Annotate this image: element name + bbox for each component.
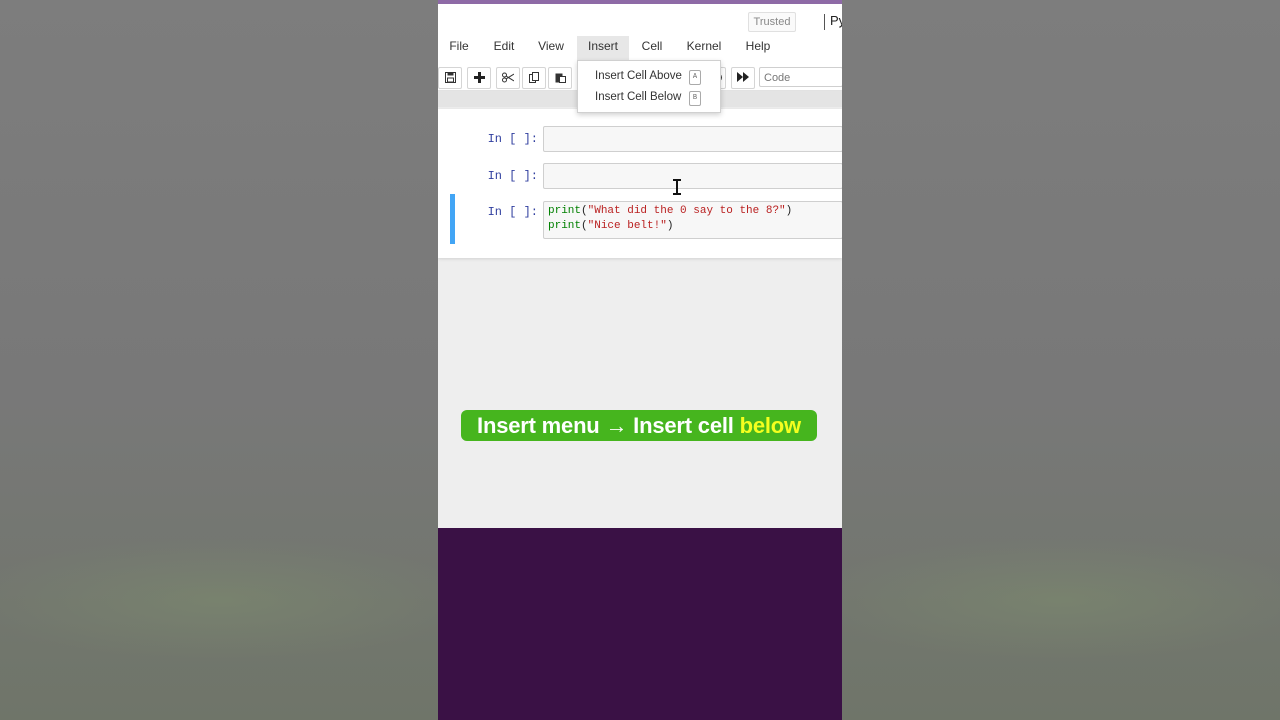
cell-prompt: In [ ]: (487, 169, 538, 183)
cell-input[interactable] (543, 126, 842, 152)
caption-highlight: below (739, 413, 802, 438)
insert-menu-dropdown: Insert Cell Above A Insert Cell Below B (577, 60, 721, 113)
menubar: File Edit View Insert Cell Kernel Help (438, 36, 842, 62)
code-string: "What did the 0 say to the 8?" (587, 205, 786, 217)
cell-prompt: In [ ]: (487, 205, 538, 219)
cut-button[interactable] (496, 67, 520, 89)
purple-footer (438, 528, 842, 720)
insert-cell-below-label: Insert Cell Below (595, 91, 682, 103)
trusted-indicator[interactable]: Trusted (748, 12, 796, 32)
save-button[interactable] (438, 67, 462, 89)
code-paren: ( (581, 205, 588, 217)
jupyter-notebook-view: Trusted Py File Edit View Insert Cell Ke… (438, 0, 842, 720)
code-paren: ) (785, 205, 793, 217)
tutorial-caption: Insert menu → Insert cell below (461, 410, 817, 441)
code-paren: ( (581, 220, 588, 232)
paste-icon (555, 73, 566, 83)
code-function: print (548, 220, 582, 232)
code-line-2: print("Nice belt!") (548, 220, 673, 232)
caption-text: Insert menu → Insert cell (477, 413, 740, 438)
code-line-1: print("What did the 0 say to the 8?") (548, 205, 792, 217)
insert-cell-above-item[interactable]: Insert Cell Above A (578, 66, 720, 86)
menu-view[interactable]: View (534, 36, 568, 62)
kernel-name[interactable]: Py (830, 13, 842, 28)
save-icon (444, 72, 456, 83)
menu-cell[interactable]: Cell (637, 36, 667, 62)
menu-help[interactable]: Help (742, 36, 774, 62)
code-string: "Nice belt!" (587, 220, 667, 232)
shortcut-b-badge: B (689, 91, 701, 106)
kernel-separator (824, 14, 825, 30)
run-all-button[interactable] (731, 67, 755, 89)
menu-insert[interactable]: Insert (577, 36, 629, 62)
menu-edit[interactable]: Edit (488, 36, 520, 62)
insert-cell-below-item[interactable]: Insert Cell Below B (578, 87, 720, 107)
menu-file[interactable]: File (444, 36, 474, 62)
cell-prompt: In [ ]: (487, 132, 538, 146)
paste-button[interactable] (548, 67, 572, 89)
notebook-container: In [ ]: In [ ]: In [ ]: print("What did … (438, 109, 842, 258)
fast-forward-icon (737, 72, 749, 82)
insert-cell-above-label: Insert Cell Above (595, 70, 682, 82)
code-function: print (548, 205, 582, 217)
copy-button[interactable] (522, 67, 546, 89)
cell-type-select[interactable]: Code (759, 67, 842, 87)
plus-icon (473, 72, 485, 83)
add-cell-button[interactable] (467, 67, 491, 89)
cell-input[interactable] (543, 163, 842, 189)
text-cursor-icon (673, 179, 681, 195)
code-cell-1[interactable]: In [ ]: (450, 125, 842, 155)
cell-input[interactable]: print("What did the 0 say to the 8?") pr… (543, 201, 842, 239)
code-cell-2[interactable]: In [ ]: (450, 162, 842, 192)
scissors-icon (502, 72, 515, 83)
shortcut-a-badge: A (689, 70, 701, 85)
code-paren: ) (666, 220, 674, 232)
code-cell-3[interactable]: In [ ]: print("What did the 0 say to the… (450, 194, 842, 244)
copy-icon (528, 72, 539, 83)
menu-kernel[interactable]: Kernel (684, 36, 724, 62)
